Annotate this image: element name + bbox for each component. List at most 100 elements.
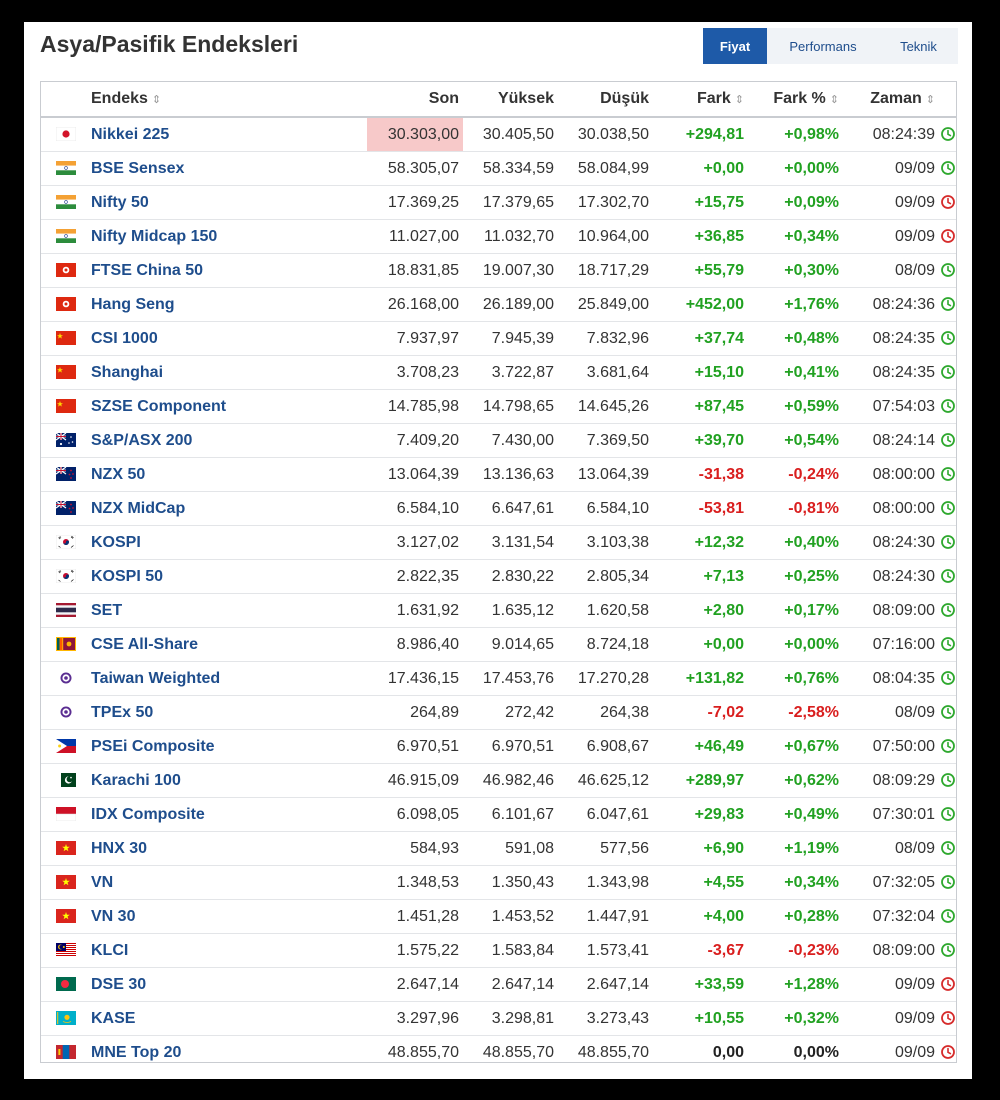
header-name[interactable]: Endeks ⇕: [91, 82, 367, 118]
table-row[interactable]: SZSE Component 14.785,98 14.798,65 14.645,2…: [41, 389, 956, 424]
table-row[interactable]: Shanghai 3.708,23 3.722,87 3.681,64 +15,10 +0…: [41, 355, 956, 390]
change-value: +87,45: [653, 389, 748, 424]
table-row[interactable]: SET 1.631,92 1.635,12 1.620,58 +2,80 +0,17% 08…: [41, 593, 956, 628]
table-row[interactable]: NZX 50 13.064,39 13.136,63 13.064,39 -31,38-…: [41, 457, 956, 492]
header-change-pct[interactable]: Fark % ⇕: [748, 82, 843, 118]
index-link[interactable]: MNE Top 20: [91, 1044, 181, 1061]
index-link[interactable]: FTSE China 50: [91, 262, 203, 279]
table-row[interactable]: S&P/ASX 200 7.409,20 7.430,00 7.369,50 +39,7…: [41, 423, 956, 458]
low-price: 1.447,91: [558, 899, 653, 934]
update-time: 07:54:03: [843, 389, 939, 424]
change-percent: +0,62%: [748, 763, 843, 798]
index-link[interactable]: NZX MidCap: [91, 500, 185, 517]
table-row[interactable]: IDX Composite 6.098,05 6.101,67 6.047,61 +29…: [41, 797, 956, 832]
table-row[interactable]: KOSPI 3.127,02 3.131,54 3.103,38 +12,32 +0,40…: [41, 525, 956, 560]
change-percent: 0,00%: [793, 1043, 839, 1061]
table-row[interactable]: KOSPI 50 2.822,35 2.830,22 2.805,34 +7,13 +0,…: [41, 559, 956, 594]
table-row[interactable]: BSE Sensex 58.305,07 58.334,59 58.084,99 +0,…: [41, 151, 956, 186]
tab-teknik[interactable]: Teknik: [879, 28, 958, 64]
table-row[interactable]: HNX 30 584,93 591,08 577,56 +6,90 +1,19% 08/09: [41, 831, 956, 866]
table-row[interactable]: FTSE China 50 18.831,85 19.007,30 18.717,29…: [41, 253, 956, 288]
index-link[interactable]: SET: [91, 602, 122, 619]
index-link[interactable]: PSEi Composite: [91, 738, 215, 755]
index-link[interactable]: DSE 30: [91, 976, 146, 993]
table-row[interactable]: VN 30 1.451,28 1.453,52 1.447,91 +4,00 +0,28%…: [41, 899, 956, 934]
index-link[interactable]: Nifty Midcap 150: [91, 228, 217, 245]
table-row[interactable]: Nifty 50 17.369,25 17.379,65 17.302,70 +15,7…: [41, 185, 956, 220]
low-price: 3.273,43: [558, 1001, 653, 1036]
table-row[interactable]: Karachi 100 46.915,09 46.982,46 46.625,12 +2…: [41, 763, 956, 798]
high-price: 19.007,30: [463, 253, 558, 288]
index-link[interactable]: SZSE Component: [91, 398, 226, 415]
table-row[interactable]: Hang Seng 26.168,00 26.189,00 25.849,00 +452…: [41, 287, 956, 322]
change-percent: +0,76%: [748, 661, 843, 696]
change-value: +4,00: [653, 899, 748, 934]
table-row[interactable]: Nikkei 225 30.303,00 30.405,50 30.038,50 +29…: [41, 117, 956, 152]
index-link[interactable]: Hang Seng: [91, 296, 175, 313]
status-cell: [939, 287, 956, 322]
header-change-label: Fark: [696, 90, 731, 107]
index-link[interactable]: KASE: [91, 1010, 135, 1027]
index-link[interactable]: HNX 30: [91, 840, 147, 857]
market-open-clock-icon: [940, 705, 955, 720]
high-price: 3.131,54: [463, 525, 558, 560]
index-link[interactable]: NZX 50: [91, 466, 145, 483]
index-link[interactable]: Karachi 100: [91, 772, 181, 789]
index-link[interactable]: Taiwan Weighted: [91, 670, 220, 687]
table-row[interactable]: Nifty Midcap 150 11.027,00 11.032,70 10.964…: [41, 219, 956, 254]
flag-cell: [41, 525, 91, 560]
india-flag-icon: [56, 195, 76, 210]
index-link[interactable]: BSE Sensex: [91, 160, 184, 177]
index-name-cell: NZX 50: [91, 457, 367, 492]
index-link[interactable]: VN 30: [91, 908, 135, 925]
index-link[interactable]: KOSPI 50: [91, 568, 163, 585]
japan-flag-icon: [56, 127, 76, 142]
change-value: -7,02: [653, 695, 748, 730]
index-link[interactable]: IDX Composite: [91, 806, 205, 823]
pakistan-flag-icon: [56, 773, 76, 788]
index-link[interactable]: TPEx 50: [91, 704, 153, 721]
table-row[interactable]: PSEi Composite 6.970,51 6.970,51 6.908,67 +4…: [41, 729, 956, 764]
index-link[interactable]: VN: [91, 874, 113, 891]
table-row[interactable]: NZX MidCap 6.584,10 6.647,61 6.584,10 -53,81…: [41, 491, 956, 526]
index-link[interactable]: KLCI: [91, 942, 128, 959]
index-link[interactable]: S&P/ASX 200: [91, 432, 192, 449]
update-time: 08/09: [843, 695, 939, 730]
table-row[interactable]: TPEx 50 264,89 272,42 264,38 -7,02 -2,58% 08/0…: [41, 695, 956, 730]
change-value: +29,83: [653, 797, 748, 832]
index-link[interactable]: Nifty 50: [91, 194, 149, 211]
tab-performans[interactable]: Performans: [767, 28, 879, 64]
table-row[interactable]: KLCI 1.575,22 1.583,84 1.573,41 -3,67 -0,23% 0…: [41, 933, 956, 968]
index-link[interactable]: CSI 1000: [91, 330, 158, 347]
change-percent: +1,19%: [748, 831, 843, 866]
tab-fiyat[interactable]: Fiyat: [703, 28, 767, 64]
table-row[interactable]: KASE 3.297,96 3.298,81 3.273,43 +10,55 +0,32%…: [41, 1001, 956, 1036]
index-link[interactable]: KOSPI: [91, 534, 141, 551]
update-time: 07:16:00: [843, 627, 939, 662]
status-cell: [939, 389, 956, 424]
table-row[interactable]: DSE 30 2.647,14 2.647,14 2.647,14 +33,59 +1,2…: [41, 967, 956, 1002]
low-price: 30.038,50: [558, 117, 653, 152]
header-change[interactable]: Fark ⇕: [653, 82, 748, 118]
index-link[interactable]: CSE All-Share: [91, 636, 198, 653]
flag-cell: [41, 253, 91, 288]
table-row[interactable]: CSE All-Share 8.986,40 9.014,65 8.724,18 +0,…: [41, 627, 956, 662]
change-percent: +0,34%: [748, 219, 843, 254]
update-time: 08:24:14: [843, 423, 939, 458]
index-link[interactable]: Shanghai: [91, 364, 163, 381]
table-row[interactable]: Taiwan Weighted 17.436,15 17.453,76 17.270,…: [41, 661, 956, 696]
index-name-cell: Shanghai: [91, 355, 367, 390]
table-row[interactable]: MNE Top 20 48.855,70 48.855,70 48.855,70 0,0…: [41, 1036, 956, 1063]
low-price: 8.724,18: [558, 627, 653, 662]
index-link[interactable]: Nikkei 225: [91, 126, 169, 143]
table-row[interactable]: VN 1.348,53 1.350,43 1.343,98 +4,55 +0,34% 07:…: [41, 865, 956, 900]
malaysia-flag-icon: [56, 943, 76, 958]
change-percent: +0,25%: [748, 559, 843, 594]
flag-cell: [41, 729, 91, 764]
indices-panel: Asya/Pasifik Endeksleri Fiyat Performans…: [24, 22, 972, 1079]
high-price: 1.635,12: [463, 593, 558, 628]
low-price: 17.302,70: [558, 185, 653, 220]
table-row[interactable]: CSI 1000 7.937,97 7.945,39 7.832,96 +37,74 +0…: [41, 321, 956, 356]
header-time[interactable]: Zaman ⇕: [843, 82, 939, 118]
change-percent: +0,54%: [748, 423, 843, 458]
